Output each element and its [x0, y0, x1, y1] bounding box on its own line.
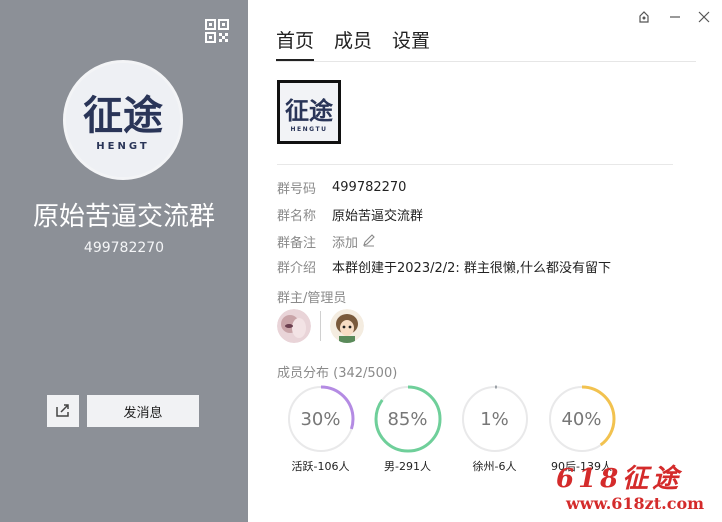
stat-active[interactable]: 30% 活跃-106人 — [277, 384, 364, 474]
stat-ring: 1% — [460, 384, 530, 454]
watermark-url: www.618zt.com — [566, 494, 705, 513]
avatar-logo-text: 征途 — [83, 93, 163, 139]
group-number-key: 群号码 — [277, 182, 317, 197]
tab-settings[interactable]: 设置 — [392, 28, 430, 61]
intro-key: 群介绍 — [277, 261, 317, 276]
stat-percent: 30% — [300, 408, 341, 430]
tab-members[interactable]: 成员 — [334, 28, 372, 61]
add-remark-label: 添加 — [332, 236, 359, 251]
group-name-key: 群名称 — [277, 209, 317, 224]
qr-code-icon[interactable] — [205, 19, 229, 43]
stat-percent: 1% — [480, 408, 509, 430]
avatar-logo-subtext: HENGT — [96, 141, 149, 152]
logo-thumb-subtext: HENGTU — [291, 126, 328, 133]
remark-key: 群备注 — [277, 236, 317, 251]
tab-bar: 首页 成员 设置 — [276, 28, 696, 62]
stat-label: 男-291人 — [384, 460, 431, 473]
add-remark-button[interactable]: 添加 — [332, 232, 376, 251]
stat-ring: 30% — [286, 384, 356, 454]
share-icon — [55, 402, 71, 421]
group-number-row: 群号码 499782270 — [277, 178, 406, 197]
intro-value: 本群创建于2023/2/2: 群主很懒,什么都没有留下 — [332, 261, 612, 276]
stat-percent: 40% — [561, 408, 602, 430]
stat-label: 徐州-6人 — [472, 460, 517, 473]
group-avatar[interactable]: 征途 HENGT — [63, 60, 183, 180]
admin-separator — [320, 311, 321, 341]
stat-label: 活跃-106人 — [291, 460, 350, 473]
group-id-label: 499782270 — [83, 240, 165, 256]
stat-male[interactable]: 85% 男-291人 — [364, 384, 451, 474]
member-distribution-label: 成员分布 (342/500) — [277, 366, 398, 381]
group-name-title: 原始苦逼交流群 — [32, 202, 215, 232]
group-name-row: 群名称 原始苦逼交流群 — [277, 205, 423, 224]
owner-avatar[interactable] — [277, 309, 311, 343]
remark-row: 群备注 添加 — [277, 232, 376, 251]
admins-label: 群主/管理员 — [277, 291, 347, 306]
divider — [277, 164, 673, 165]
pencil-icon — [362, 233, 376, 251]
stat-percent: 85% — [387, 408, 428, 430]
send-message-button[interactable]: 发消息 — [87, 395, 199, 427]
close-icon[interactable] — [697, 10, 711, 24]
watermark-logo: 618征途 — [556, 464, 683, 494]
minimize-icon[interactable] — [668, 10, 682, 24]
stat-ring: 40% — [547, 384, 617, 454]
tab-home[interactable]: 首页 — [276, 28, 315, 61]
profile-panel: 征途 HENGT 原始苦逼交流群 499782270 发消息 — [0, 0, 248, 522]
admin-avatar[interactable] — [330, 309, 364, 343]
intro-row: 群介绍 本群创建于2023/2/2: 群主很懒,什么都没有留下 — [277, 257, 611, 276]
stat-region[interactable]: 1% 徐州-6人 — [451, 384, 538, 474]
logo-thumb-text: 征途 — [285, 97, 334, 125]
pin-icon[interactable] — [637, 10, 651, 24]
group-name-value: 原始苦逼交流群 — [332, 209, 424, 224]
share-button[interactable] — [47, 395, 79, 427]
stat-ring: 85% — [373, 384, 443, 454]
group-logo-thumbnail[interactable]: 征途 HENGTU — [277, 80, 341, 144]
admin-list — [277, 309, 364, 343]
group-number-value: 499782270 — [332, 180, 407, 195]
